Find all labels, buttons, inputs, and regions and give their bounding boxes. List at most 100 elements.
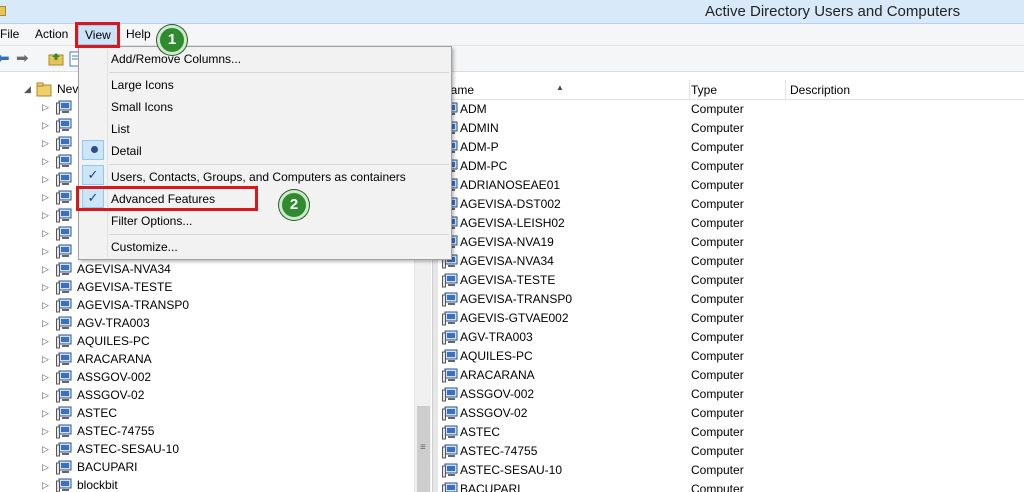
- row-name: AGEVISA-TRANSP0: [460, 292, 573, 306]
- list-row[interactable]: AGEVISA-TESTE Computer: [438, 271, 1024, 290]
- expand-triangle-icon[interactable]: ▷: [42, 480, 49, 491]
- forward-arrow-icon[interactable]: ➡: [16, 51, 29, 66]
- menu-file[interactable]: File: [0, 24, 25, 46]
- expand-triangle-icon[interactable]: ▷: [42, 336, 49, 347]
- tree-node[interactable]: ▷ AGEVISA-TRANSP0: [0, 297, 420, 315]
- list-row[interactable]: AGEVISA-TRANSP0 Computer: [438, 290, 1024, 309]
- expand-triangle-icon[interactable]: ▷: [42, 246, 49, 257]
- computer-icon: [442, 444, 458, 459]
- tree-node[interactable]: ▷ AGV-TRA003: [0, 315, 420, 333]
- list-row[interactable]: ASTEC-SESAU-10 Computer: [438, 461, 1024, 480]
- folder-icon: [36, 82, 52, 97]
- list-row[interactable]: ASSGOV-02 Computer: [438, 404, 1024, 423]
- tree-node[interactable]: ▷ ASTEC-74755: [0, 423, 420, 441]
- menu-large-icons[interactable]: Large Icons: [111, 76, 174, 94]
- computer-icon: [56, 406, 72, 421]
- tree-node[interactable]: ▷ ASSGOV-02: [0, 387, 420, 405]
- list-row[interactable]: AGV-TRA003 Computer: [438, 328, 1024, 347]
- list-row[interactable]: ADRIANOSEAE01 Computer: [438, 176, 1024, 195]
- tree-node[interactable]: ▷ ARACARANA: [0, 351, 420, 369]
- expand-triangle-icon[interactable]: ▷: [42, 282, 49, 293]
- expand-triangle-icon[interactable]: ▷: [42, 444, 49, 455]
- tree-node[interactable]: ▷ AGEVISA-TESTE: [0, 279, 420, 297]
- expand-triangle-icon[interactable]: ▷: [42, 156, 49, 167]
- expand-triangle-icon[interactable]: ▷: [42, 174, 49, 185]
- list-row[interactable]: ADM-PC Computer: [438, 157, 1024, 176]
- containers-checkmark: ✓: [82, 165, 104, 185]
- expand-triangle-icon[interactable]: ▷: [42, 210, 49, 221]
- menu-small-icons[interactable]: Small Icons: [111, 98, 173, 116]
- list-row[interactable]: AGEVISA-LEISH02 Computer: [438, 214, 1024, 233]
- row-name: ARACARANA: [460, 368, 535, 382]
- computer-icon: [56, 388, 72, 403]
- up-folder-icon[interactable]: [48, 51, 64, 67]
- menu-detail[interactable]: Detail: [111, 142, 142, 160]
- column-name[interactable]: Name ▲: [438, 80, 690, 100]
- row-name: ADMIN: [460, 121, 499, 135]
- tree-node[interactable]: ▷ ASSGOV-002: [0, 369, 420, 387]
- scrollbar-thumb[interactable]: ≡: [417, 406, 430, 492]
- computer-icon: [442, 311, 458, 326]
- expand-triangle-icon[interactable]: ▷: [42, 138, 49, 149]
- tree-node[interactable]: ▷ AGEVISA-NVA34: [0, 261, 420, 279]
- expand-triangle-icon[interactable]: ▷: [42, 192, 49, 203]
- tree-node-label: ASSGOV-02: [77, 388, 145, 402]
- list-row[interactable]: ARACARANA Computer: [438, 366, 1024, 385]
- menu-list[interactable]: List: [111, 120, 130, 138]
- expand-triangle-icon[interactable]: ▷: [42, 264, 49, 275]
- expand-triangle-icon[interactable]: ▷: [42, 102, 49, 113]
- expand-triangle-icon[interactable]: ▷: [42, 372, 49, 383]
- list-row[interactable]: AGEVIS-GTVAE002 Computer: [438, 309, 1024, 328]
- menu-help[interactable]: Help: [120, 24, 157, 46]
- menu-action[interactable]: Action: [29, 24, 74, 46]
- tree-node[interactable]: ▷ AQUILES-PC: [0, 333, 420, 351]
- menu-users-contacts-containers[interactable]: Users, Contacts, Groups, and Computers a…: [111, 168, 406, 186]
- expand-triangle-icon[interactable]: ▷: [42, 228, 49, 239]
- row-name: AQUILES-PC: [460, 349, 533, 363]
- expand-triangle-icon[interactable]: ▷: [42, 318, 49, 329]
- column-description[interactable]: Description: [786, 80, 1024, 100]
- app-icon: [0, 6, 6, 16]
- list-row[interactable]: ADMIN Computer: [438, 119, 1024, 138]
- expand-triangle-icon[interactable]: ▷: [42, 120, 49, 131]
- list-row[interactable]: ASSGOV-002 Computer: [438, 385, 1024, 404]
- tree-node-label: BACUPARI: [77, 460, 138, 474]
- sort-ascending-icon: ▲: [556, 83, 564, 92]
- tree-node[interactable]: ▷ ASTEC-SESAU-10: [0, 441, 420, 459]
- expand-triangle-icon[interactable]: ◢: [24, 84, 31, 95]
- tree-node-label: AQUILES-PC: [77, 334, 150, 348]
- expand-triangle-icon[interactable]: ▷: [42, 462, 49, 473]
- computer-icon: [442, 387, 458, 402]
- row-name: AGEVISA-DST002: [460, 197, 561, 211]
- computer-icon: [56, 442, 72, 457]
- tree-node[interactable]: ▷ BACUPARI: [0, 459, 420, 477]
- list-row[interactable]: ASTEC Computer: [438, 423, 1024, 442]
- expand-triangle-icon[interactable]: ▷: [42, 408, 49, 419]
- menu-filter-options[interactable]: Filter Options...: [111, 212, 192, 230]
- back-arrow-icon[interactable]: ⬅: [0, 51, 10, 66]
- tree-node[interactable]: ▷ ASTEC: [0, 405, 420, 423]
- step-1-badge: 1: [157, 25, 187, 55]
- list-row[interactable]: ADM Computer: [438, 100, 1024, 119]
- list-row[interactable]: ADM-P Computer: [438, 138, 1024, 157]
- list-row[interactable]: AQUILES-PC Computer: [438, 347, 1024, 366]
- expand-triangle-icon[interactable]: ▷: [42, 354, 49, 365]
- menu-separator: [109, 164, 449, 165]
- list-row[interactable]: AGEVISA-DST002 Computer: [438, 195, 1024, 214]
- list-row[interactable]: BACUPARI Computer: [438, 480, 1024, 492]
- column-type[interactable]: Type: [687, 80, 786, 100]
- expand-triangle-icon[interactable]: ▷: [42, 426, 49, 437]
- list-row[interactable]: ASTEC-74755 Computer: [438, 442, 1024, 461]
- menu-separator: [109, 234, 449, 235]
- list-row[interactable]: AGEVISA-NVA19 Computer: [438, 233, 1024, 252]
- menu-customize[interactable]: Customize...: [111, 238, 178, 256]
- view-menu: Add/Remove Columns... Large Icons Small …: [78, 46, 452, 260]
- tree-node[interactable]: ▷ blockbit: [0, 477, 420, 492]
- computer-icon: [56, 262, 72, 277]
- computer-icon: [56, 244, 72, 259]
- tree-node-label: AGEVISA-NVA34: [77, 262, 171, 276]
- list-row[interactable]: AGEVISA-NVA34 Computer: [438, 252, 1024, 271]
- expand-triangle-icon[interactable]: ▷: [42, 300, 49, 311]
- expand-triangle-icon[interactable]: ▷: [42, 390, 49, 401]
- row-type: Computer: [691, 349, 744, 363]
